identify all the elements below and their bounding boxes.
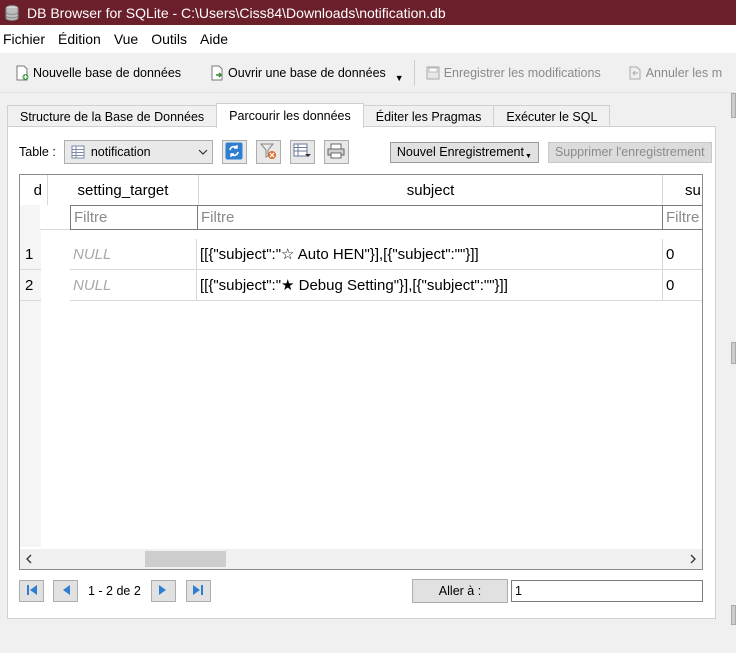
next-icon — [158, 584, 168, 599]
menu-view[interactable]: Vue — [111, 31, 146, 47]
open-database-button[interactable]: Ouvrir une base de données ▼ — [203, 59, 410, 87]
refresh-button[interactable] — [221, 140, 247, 164]
database-icon — [3, 4, 21, 22]
title-bar: DB Browser for SQLite - C:\Users\Ciss84\… — [0, 0, 736, 25]
next-record-button[interactable] — [150, 580, 176, 602]
data-grid: d setting_target subject su Filtre Filtr… — [19, 174, 703, 570]
column-header-id[interactable]: d — [20, 175, 48, 205]
chevron-down-icon — [194, 149, 212, 155]
menu-edit[interactable]: Édition — [55, 31, 109, 47]
window-title: DB Browser for SQLite - C:\Users\Ciss84\… — [27, 4, 446, 21]
open-database-label: Ouvrir une base de données — [228, 65, 386, 80]
revert-changes-label: Annuler les m — [645, 65, 723, 80]
table-cell[interactable]: NULL — [70, 239, 197, 270]
browse-data-panel: Table : notification Nouvel Enregistreme… — [7, 126, 716, 619]
toolbar-separator — [413, 59, 415, 86]
record-position: 1 - 2 de 2 — [88, 584, 141, 598]
revert-changes-icon — [627, 65, 643, 81]
revert-changes-button[interactable]: Annuler les m — [621, 59, 728, 87]
table-select-value: notification — [90, 145, 151, 159]
new-record-label: Nouvel Enregistrement — [396, 145, 524, 159]
save-view-button[interactable] — [289, 140, 315, 164]
table-selector-row: Table : notification Nouvel Enregistreme… — [19, 140, 712, 164]
right-panel-handle-2[interactable] — [731, 342, 736, 364]
skip-first-icon — [26, 584, 38, 599]
table-cell[interactable]: 0 — [663, 239, 702, 270]
previous-icon — [61, 584, 71, 599]
print-icon — [327, 142, 345, 163]
table-label: Table : — [19, 145, 56, 159]
row-header[interactable]: 1 — [20, 239, 41, 270]
tab-database-structure[interactable]: Structure de la Base de Données — [7, 105, 218, 127]
chevron-down-icon[interactable]: ▼ — [395, 73, 404, 83]
table-cell[interactable]: 0 — [663, 270, 702, 301]
filter-su[interactable]: Filtre — [662, 205, 702, 230]
first-record-button[interactable] — [19, 580, 44, 602]
clear-filters-button[interactable] — [255, 140, 281, 164]
delete-record-label: Supprimer l'enregistrement — [554, 145, 705, 159]
new-database-button[interactable]: Nouvelle base de données — [8, 59, 187, 87]
scroll-right-icon[interactable] — [685, 549, 702, 569]
filter-subject[interactable]: Filtre — [197, 205, 663, 230]
write-changes-label: Enregistrer les modifications — [443, 65, 601, 80]
scrollbar-thumb[interactable] — [145, 551, 226, 567]
tab-execute-sql[interactable]: Exécuter le SQL — [493, 105, 611, 127]
main-toolbar: Nouvelle base de données Ouvrir une base… — [0, 53, 736, 93]
column-header-setting-target[interactable]: setting_target — [48, 175, 199, 205]
column-header-subject[interactable]: subject — [199, 175, 663, 205]
horizontal-scrollbar[interactable] — [20, 549, 702, 569]
new-record-button[interactable]: Nouvel Enregistrement ▼ — [389, 141, 539, 163]
clear-filter-icon — [259, 142, 277, 163]
table-cell[interactable]: NULL — [70, 270, 197, 301]
goto-input[interactable]: 1 — [511, 580, 703, 602]
row-header-column — [20, 175, 41, 547]
table-cell[interactable]: [[{"subject":"★ Debug Setting"}],[{"subj… — [197, 270, 663, 301]
right-panel-handle-3[interactable] — [731, 605, 736, 625]
tab-edit-pragmas[interactable]: Éditer les Pragmas — [362, 105, 495, 127]
new-database-icon — [14, 65, 30, 81]
record-navigation: 1 - 2 de 2 Aller à : 1 — [19, 578, 703, 604]
delete-record-button[interactable]: Supprimer l'enregistrement — [547, 141, 712, 163]
menu-help[interactable]: Aide — [197, 31, 236, 47]
previous-record-button[interactable] — [53, 580, 78, 602]
menu-bar: Fichier Édition Vue Outils Aide — [0, 25, 736, 53]
table-cell[interactable]: [[{"subject":"☆ Auto HEN"}],[{"subject":… — [197, 239, 663, 270]
write-changes-icon — [425, 65, 441, 81]
refresh-icon — [225, 142, 243, 163]
open-database-icon — [209, 65, 225, 81]
table-select[interactable]: notification — [63, 140, 213, 164]
last-record-button[interactable] — [185, 580, 211, 602]
menu-tools[interactable]: Outils — [148, 31, 195, 47]
print-button[interactable] — [323, 140, 349, 164]
column-header-su[interactable]: su — [663, 175, 702, 205]
menu-file[interactable]: Fichier — [0, 31, 53, 47]
write-changes-button[interactable]: Enregistrer les modifications — [419, 59, 607, 87]
filter-setting-target[interactable]: Filtre — [70, 205, 199, 230]
main-tabs: Structure de la Base de Données Parcouri… — [7, 103, 611, 128]
tab-browse-data[interactable]: Parcourir les données — [216, 103, 364, 128]
chevron-down-icon: ▼ — [525, 152, 532, 160]
goto-button[interactable]: Aller à : — [412, 579, 508, 603]
scroll-left-icon[interactable] — [20, 549, 37, 569]
goto-label: Aller à : — [438, 584, 482, 598]
save-table-icon — [293, 142, 312, 163]
table-icon — [71, 145, 85, 159]
filter-id[interactable] — [40, 205, 70, 230]
new-database-label: Nouvelle base de données — [33, 65, 182, 80]
row-header[interactable]: 2 — [20, 270, 41, 301]
right-panel-handle[interactable] — [731, 93, 736, 118]
skip-last-icon — [192, 584, 204, 599]
